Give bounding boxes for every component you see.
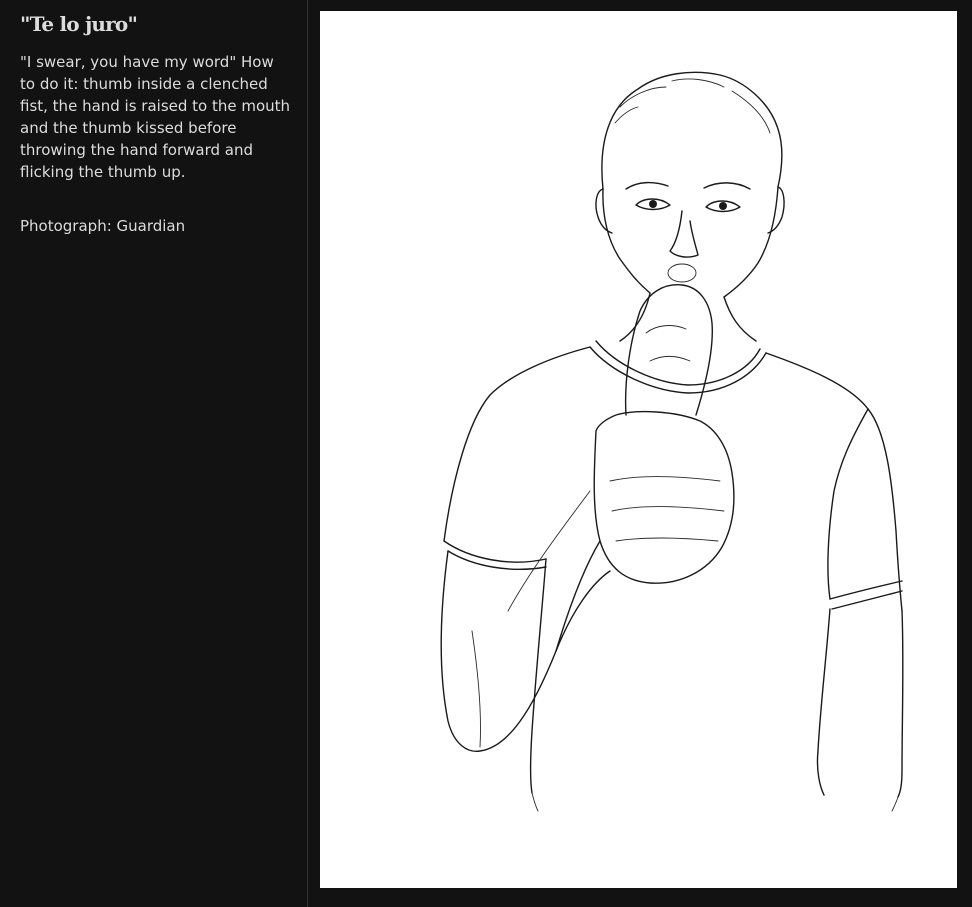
right-sleeve [829,580,903,610]
caption-panel: "Te lo juro" "I swear, you have my word"… [0,0,308,907]
torso-right-side [827,408,869,600]
nose [669,210,699,258]
gallery-image [320,11,957,888]
caption-description: "I swear, you have my word" How to do it… [20,53,291,181]
left-sleeve [443,540,547,570]
tshirt-collar [589,340,767,394]
neck [619,292,757,342]
tshirt-body [443,346,903,612]
hair-outline [601,71,783,190]
photo-credit: Photograph: Guardian [20,217,186,235]
right-arm [816,608,904,798]
torso-left-side [529,558,547,794]
thumb [624,284,714,416]
gesture-illustration [440,71,904,812]
gallery-lightbox: "Te lo juro" "I swear, you have my word"… [0,0,972,907]
left-eyebrow [625,181,669,190]
right-eyebrow [703,182,751,190]
fist [593,410,735,584]
knuckles [609,476,725,542]
caption-title: "Te lo juro" [20,12,138,36]
